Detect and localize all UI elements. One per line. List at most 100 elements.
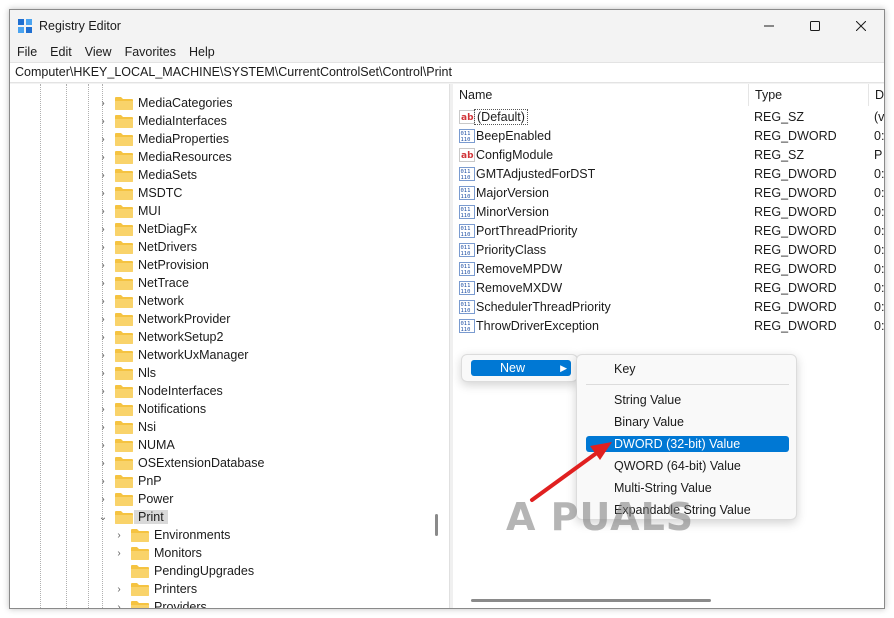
tree-guide-line <box>66 84 67 608</box>
submenu-binary-value[interactable]: Binary Value <box>586 414 789 430</box>
chevron-right-icon[interactable]: › <box>96 314 110 325</box>
chevron-right-icon[interactable]: › <box>96 152 110 163</box>
menu-view[interactable]: View <box>78 42 118 62</box>
tree-guide-line <box>88 84 89 608</box>
minimize-button[interactable] <box>746 10 792 42</box>
chevron-right-icon[interactable]: › <box>112 548 126 559</box>
chevron-right-icon[interactable]: › <box>96 422 110 433</box>
tree-item[interactable]: › MSDTC <box>96 184 182 202</box>
chevron-right-icon[interactable]: › <box>96 206 110 217</box>
tree-child-item[interactable]: › Monitors <box>112 544 202 562</box>
chevron-right-icon[interactable]: › <box>96 134 110 145</box>
submenu-qword-value[interactable]: QWORD (64-bit) Value <box>586 458 789 474</box>
tree-item[interactable]: › PnP <box>96 472 162 490</box>
value-row[interactable]: ab (Default) REG_SZ (v <box>453 108 884 127</box>
tree-item[interactable]: › MediaInterfaces <box>96 112 227 130</box>
tree-item[interactable]: › Nsi <box>96 418 156 436</box>
submenu-multi-string-value[interactable]: Multi-String Value <box>586 480 789 496</box>
value-type: REG_DWORD <box>754 186 837 200</box>
tree-item[interactable]: › NetworkUxManager <box>96 346 248 364</box>
chevron-down-icon[interactable]: ⌄ <box>96 512 110 523</box>
tree-child-item[interactable]: › Printers <box>112 580 197 598</box>
submenu-string-value[interactable]: String Value <box>586 392 789 408</box>
column-header-type[interactable]: Type <box>749 84 869 106</box>
chevron-right-icon[interactable]: › <box>96 476 110 487</box>
tree-item-label: NetDiagFx <box>138 222 198 236</box>
menu-favorites[interactable]: Favorites <box>118 42 182 62</box>
tree-item-label: Network <box>138 294 184 308</box>
folder-icon <box>115 186 133 200</box>
value-row[interactable]: 011 110 MinorVersion REG_DWORD 0: <box>453 203 884 222</box>
chevron-right-icon[interactable]: › <box>112 602 126 609</box>
tree-item[interactable]: › Power <box>96 490 173 508</box>
chevron-right-icon[interactable]: › <box>96 458 110 469</box>
tree-child-item[interactable]: › Providers <box>112 598 207 609</box>
chevron-right-icon[interactable]: › <box>96 260 110 271</box>
tree-item[interactable]: › Notifications <box>96 400 206 418</box>
value-row[interactable]: 011 110 SchedulerThreadPriority REG_DWORD 0: <box>453 298 884 317</box>
submenu-key[interactable]: Key <box>586 361 789 377</box>
chevron-right-icon[interactable]: › <box>96 404 110 415</box>
chevron-right-icon[interactable]: › <box>96 278 110 289</box>
value-row[interactable]: 011 110 RemoveMXDW REG_DWORD 0: <box>453 279 884 298</box>
tree-item[interactable]: › MediaProperties <box>96 130 229 148</box>
tree-item[interactable]: › NetDrivers <box>96 238 197 256</box>
chevron-right-icon[interactable]: › <box>96 386 110 397</box>
close-button[interactable] <box>838 10 884 42</box>
tree-item[interactable]: › NetworkSetup2 <box>96 328 223 346</box>
chevron-right-icon[interactable]: › <box>96 494 110 505</box>
chevron-right-icon[interactable]: › <box>96 242 110 253</box>
tree-item[interactable]: ⌄ Print <box>96 508 168 526</box>
tree-item[interactable]: › Network <box>96 292 184 310</box>
value-row[interactable]: 011 110 MajorVersion REG_DWORD 0: <box>453 184 884 203</box>
tree-item[interactable]: › NetTrace <box>96 274 189 292</box>
chevron-right-icon[interactable]: › <box>96 296 110 307</box>
context-menu-new[interactable]: New ▶ <box>471 360 571 376</box>
value-row[interactable]: 011 110 RemoveMPDW REG_DWORD 0: <box>453 260 884 279</box>
value-row[interactable]: 011 110 BeepEnabled REG_DWORD 0: <box>453 127 884 146</box>
chevron-right-icon[interactable]: › <box>96 440 110 451</box>
chevron-right-icon[interactable]: › <box>96 98 110 109</box>
svg-text:110: 110 <box>461 270 471 276</box>
tree-child-item[interactable]: PendingUpgrades <box>112 562 254 580</box>
tree-item[interactable]: › MUI <box>96 202 161 220</box>
column-header-name[interactable]: Name <box>453 84 749 106</box>
value-data: 0: <box>874 243 885 257</box>
menu-help[interactable]: Help <box>182 42 221 62</box>
column-header-data[interactable]: Data <box>869 84 884 106</box>
folder-icon <box>115 150 133 164</box>
tree-item[interactable]: › Nls <box>96 364 156 382</box>
tree-item[interactable]: › MediaCategories <box>96 94 233 112</box>
maximize-button[interactable] <box>792 10 838 42</box>
chevron-right-icon[interactable]: › <box>96 332 110 343</box>
tree-item[interactable]: › NodeInterfaces <box>96 382 223 400</box>
tree-child-item[interactable]: › Environments <box>112 526 230 544</box>
tree-item[interactable]: › MediaSets <box>96 166 197 184</box>
menu-edit[interactable]: Edit <box>43 42 78 62</box>
value-row[interactable]: 011 110 ThrowDriverException REG_DWORD 0: <box>453 317 884 336</box>
chevron-right-icon[interactable]: › <box>96 224 110 235</box>
chevron-right-icon[interactable]: › <box>112 530 126 541</box>
menu-file[interactable]: File <box>10 42 43 62</box>
address-bar[interactable]: Computer\HKEY_LOCAL_MACHINE\SYSTEM\Curre… <box>10 62 884 83</box>
tree-item[interactable]: › NetworkProvider <box>96 310 230 328</box>
chevron-right-icon[interactable]: › <box>96 350 110 361</box>
value-row[interactable]: 011 110 PriorityClass REG_DWORD 0: <box>453 241 885 260</box>
tree-item[interactable]: › MediaResources <box>96 148 232 166</box>
chevron-right-icon[interactable]: › <box>96 188 110 199</box>
horizontal-scrollbar[interactable] <box>471 599 711 602</box>
tree-item[interactable]: › OSExtensionDatabase <box>96 454 264 472</box>
tree-item[interactable]: › NUMA <box>96 436 175 454</box>
chevron-right-icon[interactable]: › <box>96 170 110 181</box>
chevron-right-icon[interactable]: › <box>96 116 110 127</box>
chevron-right-icon[interactable]: › <box>112 584 126 595</box>
submenu-dword-value[interactable]: DWORD (32-bit) Value <box>586 436 789 452</box>
key-tree-pane[interactable]: › MediaCategories › MediaInterfaces › MediaPr… <box>10 84 449 609</box>
tree-item[interactable]: › NetDiagFx <box>96 220 197 238</box>
value-row[interactable]: ab ConfigModule REG_SZ P <box>453 146 884 165</box>
chevron-right-icon[interactable]: › <box>96 368 110 379</box>
value-row[interactable]: 011 110 GMTAdjustedForDST REG_DWORD 0: <box>453 165 884 184</box>
tree-item[interactable]: › NetProvision <box>96 256 209 274</box>
tree-scrollbar-thumb[interactable] <box>435 514 438 536</box>
value-row[interactable]: 011 110 PortThreadPriority REG_DWORD 0: <box>453 222 884 241</box>
